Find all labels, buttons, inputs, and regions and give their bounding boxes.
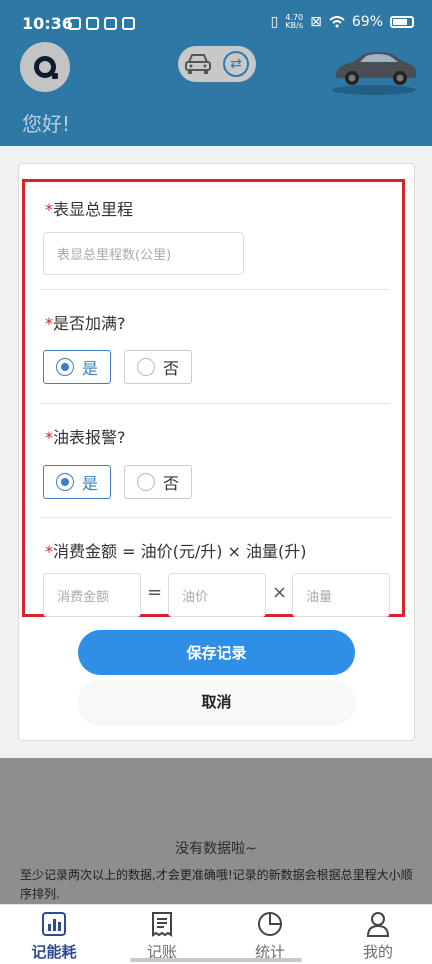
radio-checked-icon [56, 473, 74, 491]
notification-icon [122, 17, 135, 30]
full-tank-no-radio[interactable]: 否 [124, 350, 192, 384]
sim-icon: ⊠ [310, 14, 322, 30]
fuel-warning-no-radio[interactable]: 否 [124, 465, 192, 499]
bar-chart-icon [42, 912, 66, 936]
odometer-label: *表显总里程 [45, 200, 134, 219]
notification-icon [104, 17, 117, 30]
notification-icon [86, 17, 99, 30]
wifi-icon [329, 16, 345, 28]
tab-accounting[interactable]: 记账 [108, 905, 216, 964]
car-avatar-image[interactable] [328, 40, 420, 96]
notification-icon [68, 17, 81, 30]
home-indicator[interactable] [130, 958, 302, 962]
app-header: 10:36 ▯ 4.70 KB/s ⊠ 69% ⇄ 您好! [0, 0, 432, 146]
tab-statistics[interactable]: 统计 [216, 905, 324, 964]
price-input[interactable]: 油价 [168, 573, 266, 617]
volume-input[interactable]: 油量 [292, 573, 390, 617]
status-right: ▯ 4.70 KB/s ⊠ 69% [271, 14, 414, 30]
times-sign: × [272, 582, 288, 603]
radio-unchecked-icon [137, 473, 155, 491]
vehicle-switcher[interactable]: ⇄ [178, 46, 256, 82]
swap-icon[interactable]: ⇄ [223, 51, 249, 77]
odometer-input[interactable]: 表显总里程数(公里) [43, 232, 244, 275]
full-tank-yes-radio[interactable]: 是 [43, 350, 111, 384]
empty-state-description: 至少记录两次以上的数据,才会更准确哦!记录的新数据会根据总里程大小顺序排列. [20, 868, 413, 901]
divider [40, 403, 390, 404]
receipt-icon [152, 912, 172, 937]
fuel-warning-yes-radio[interactable]: 是 [43, 465, 111, 499]
person-icon [366, 912, 390, 937]
battery-icon [390, 16, 414, 28]
amount-label: *消费金额 = 油价(元/升) × 油量(升) [45, 542, 307, 561]
equals-sign: = [147, 582, 163, 603]
pie-chart-icon [258, 912, 282, 936]
tab-profile[interactable]: 我的 [324, 905, 432, 964]
save-record-button[interactable]: 保存记录 [78, 630, 355, 675]
greeting-text: 您好! [22, 112, 71, 136]
full-tank-label: *是否加满? [45, 314, 126, 333]
status-time: 10:36 [22, 14, 73, 33]
network-speed: 4.70 KB/s [285, 13, 304, 30]
bottom-tab-bar: 记能耗 记账 统计 我的 [0, 904, 432, 964]
vibrate-icon: ▯ [270, 14, 279, 30]
cancel-button[interactable]: 取消 [78, 680, 355, 723]
radio-unchecked-icon [137, 358, 155, 376]
tab-fuel-consumption[interactable]: 记能耗 [0, 905, 108, 964]
empty-state-title: 没有数据啦~ [175, 841, 257, 857]
app-logo-button[interactable] [20, 42, 70, 92]
fuel-warning-label: *油表报警? [45, 428, 126, 447]
notification-icons [68, 17, 135, 30]
divider [40, 517, 390, 518]
divider [40, 289, 390, 290]
car-icon [185, 54, 211, 74]
logo-icon [34, 56, 58, 79]
battery-percent: 69% [351, 14, 383, 30]
amount-input[interactable]: 消费金额 [43, 573, 141, 617]
radio-checked-icon [56, 358, 74, 376]
